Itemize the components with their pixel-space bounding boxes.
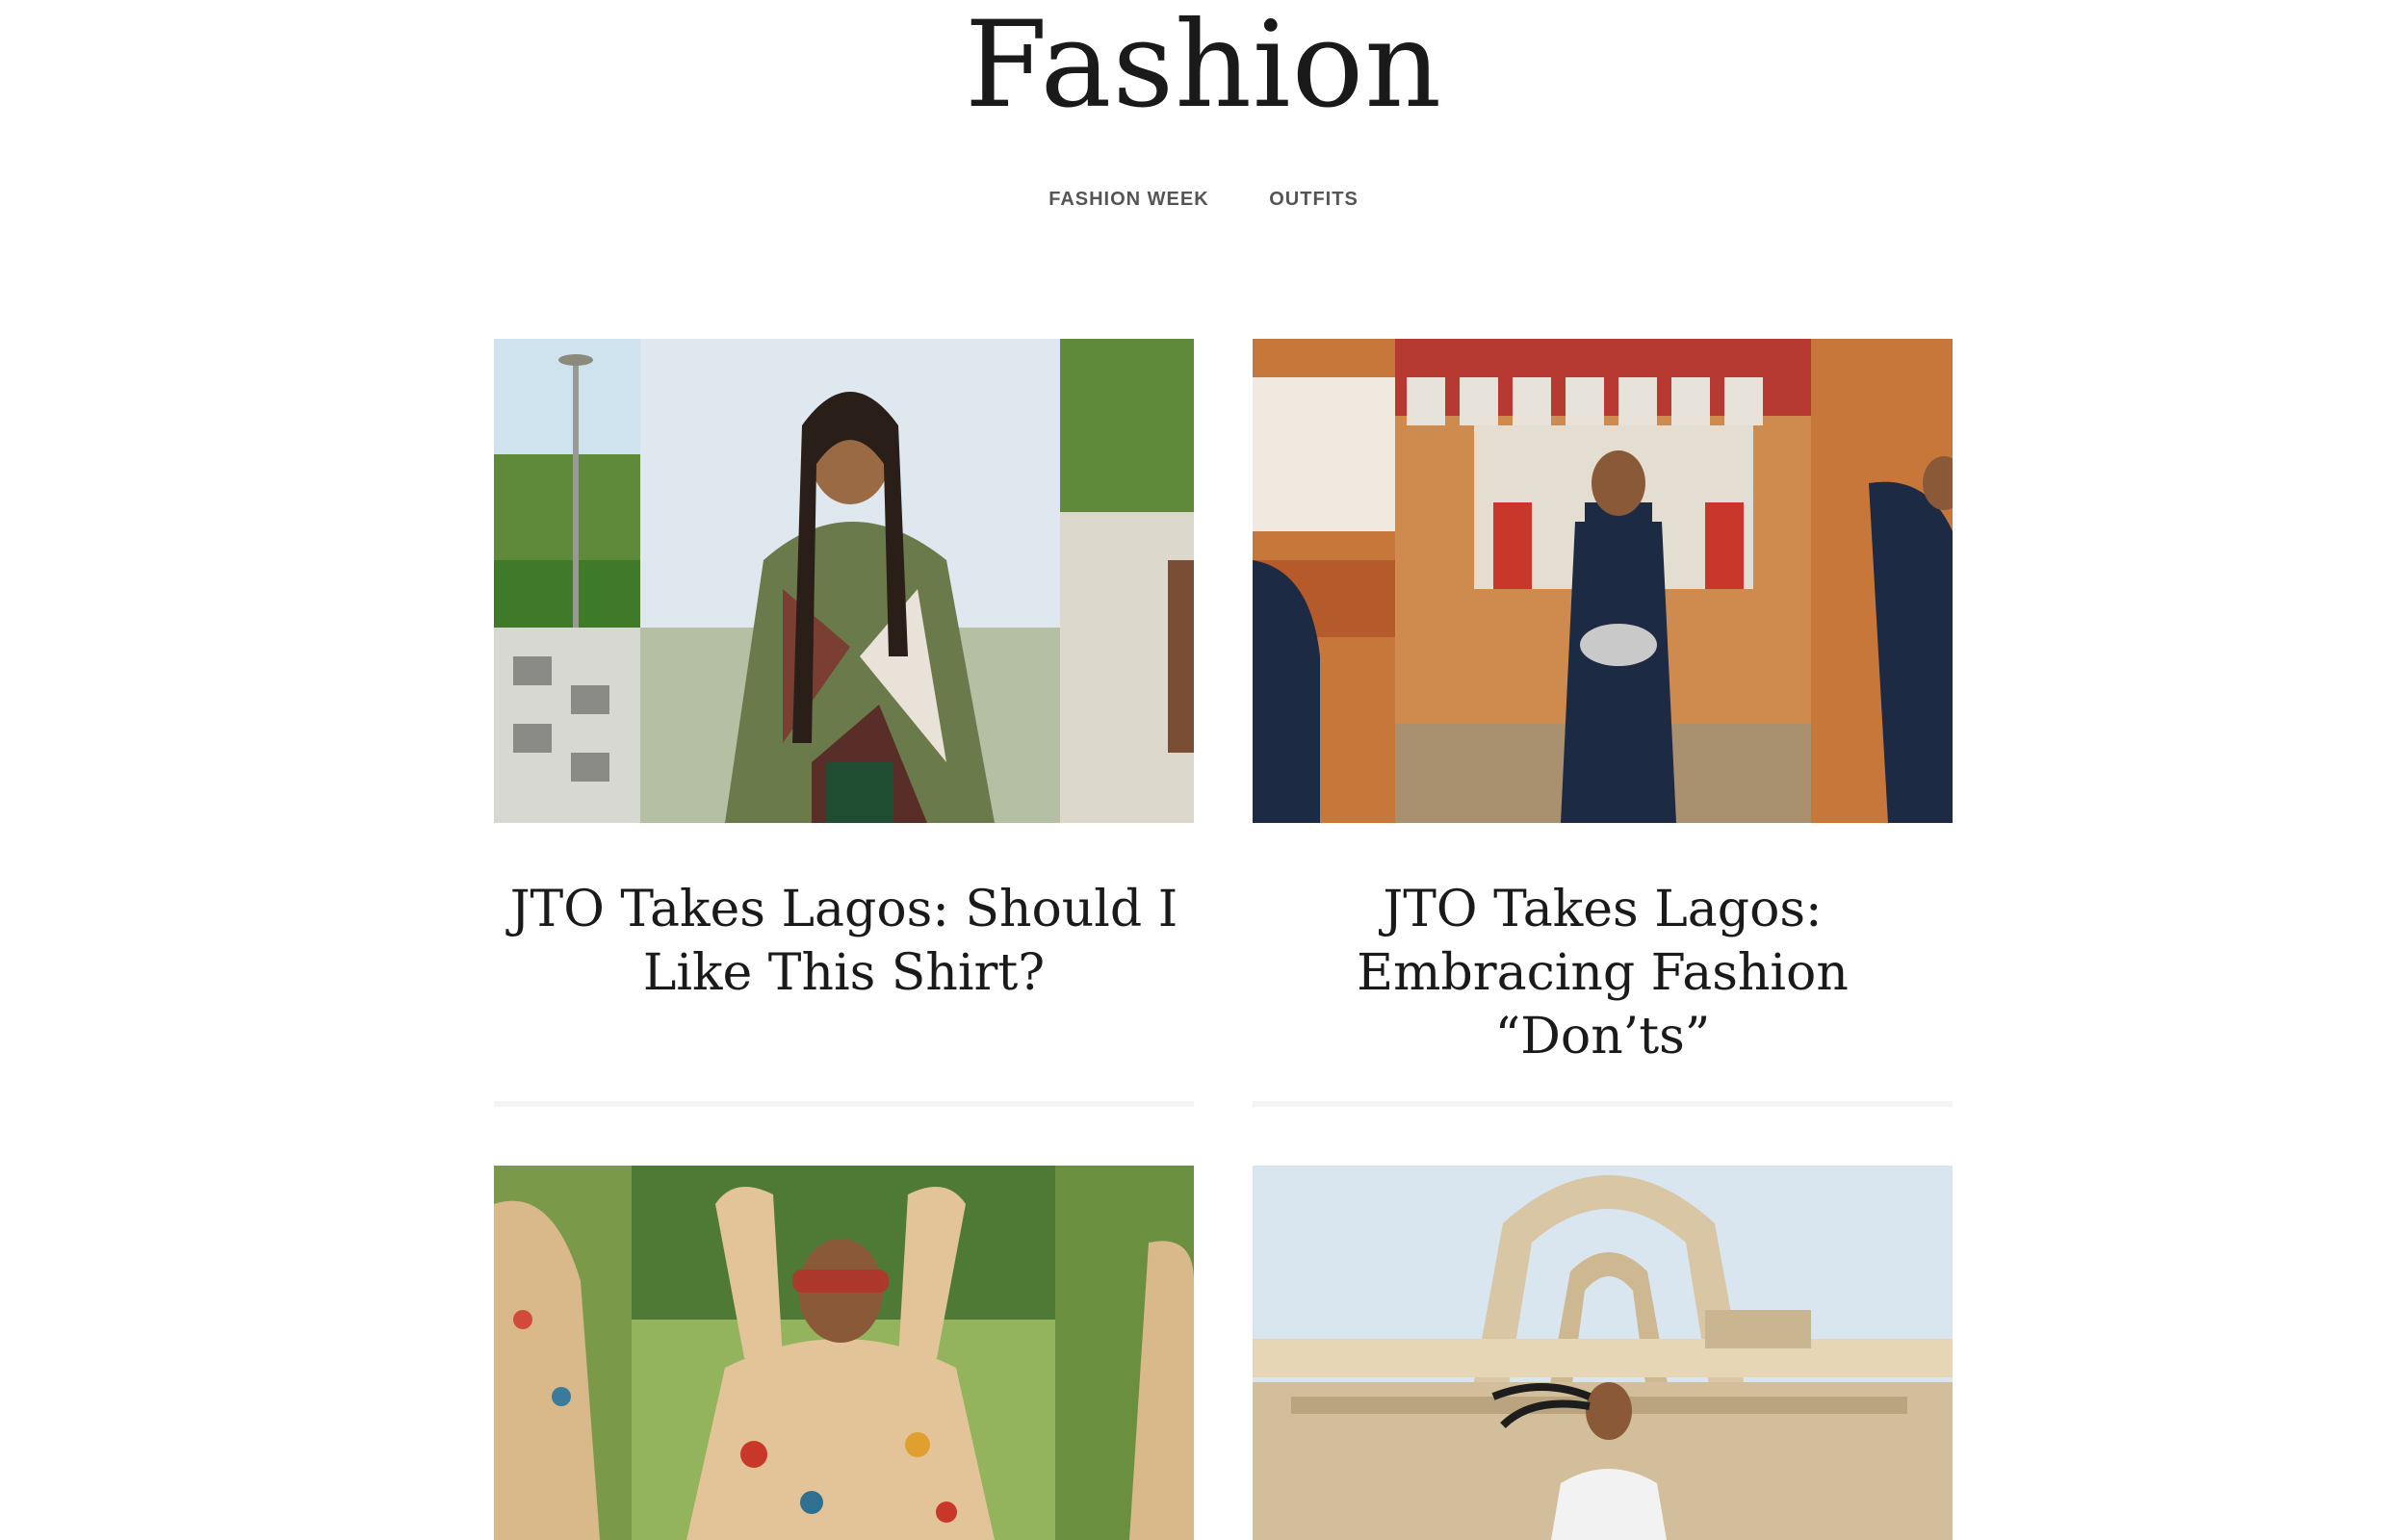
post-thumbnail-image bbox=[494, 339, 1194, 823]
post-card: JTO Takes Lagos: Embracing Fashion “Don’… bbox=[1253, 339, 1953, 1109]
category-nav: FASHION WEEK OUTFITS bbox=[0, 189, 2407, 211]
post-thumbnail-image bbox=[494, 1166, 1194, 1540]
post-thumbnail[interactable] bbox=[1253, 339, 1953, 823]
card-divider bbox=[494, 1101, 1194, 1107]
page-title: Fashion bbox=[964, 0, 1443, 135]
post-thumbnail-image bbox=[1253, 339, 1953, 823]
post-title[interactable]: JTO Takes Lagos: Should I Like This Shir… bbox=[494, 878, 1194, 1005]
nav-item-outfits[interactable]: OUTFITS bbox=[1269, 189, 1359, 211]
card-divider bbox=[1253, 1101, 1953, 1107]
post-thumbnail-image bbox=[1253, 1166, 1953, 1540]
nav-item-fashion-week[interactable]: FASHION WEEK bbox=[1048, 189, 1208, 211]
post-thumbnail[interactable] bbox=[1253, 1166, 1953, 1540]
post-card bbox=[494, 1166, 1194, 1540]
post-card bbox=[1253, 1166, 1953, 1540]
post-thumbnail[interactable] bbox=[494, 339, 1194, 823]
post-card: JTO Takes Lagos: Should I Like This Shir… bbox=[494, 339, 1194, 1109]
post-thumbnail[interactable] bbox=[494, 1166, 1194, 1540]
post-title[interactable]: JTO Takes Lagos: Embracing Fashion “Don’… bbox=[1253, 878, 1953, 1068]
